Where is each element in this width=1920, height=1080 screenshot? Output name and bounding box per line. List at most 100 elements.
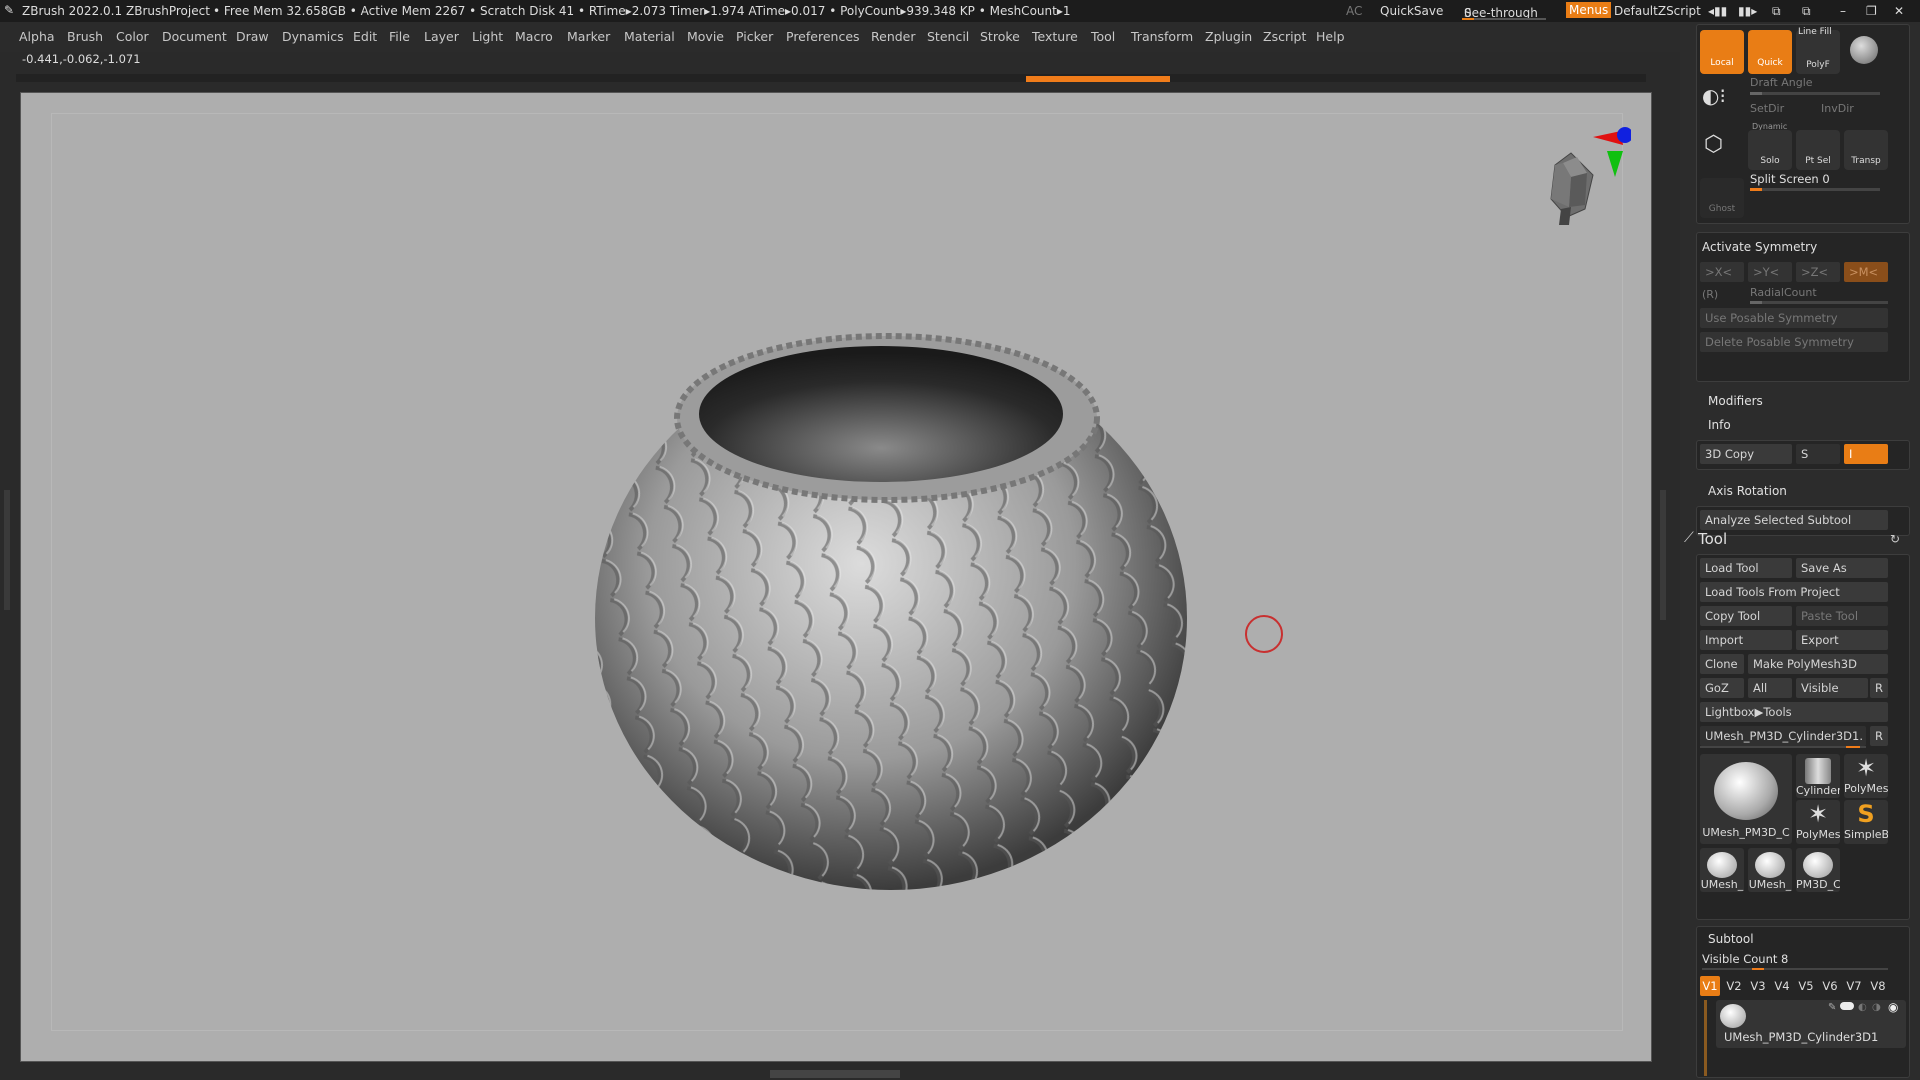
menu-texture[interactable]: Texture <box>1032 29 1078 44</box>
menu-material[interactable]: Material <box>624 29 675 44</box>
axis-rotation-section[interactable]: Axis Rotation <box>1708 484 1787 498</box>
tool-thumb-cylinder[interactable]: Cylinder <box>1796 754 1840 798</box>
load-tools-from-project-button[interactable]: Load Tools From Project <box>1700 582 1888 602</box>
tool-thumb-simplebrush[interactable]: S SimpleB <box>1844 800 1888 844</box>
menu-transform[interactable]: Transform <box>1131 29 1193 44</box>
3d-copy-i-field[interactable]: I <box>1844 444 1888 464</box>
subtool-polygroup-icon[interactable]: ◑ <box>1872 1002 1881 1013</box>
3d-copy-button[interactable]: 3D Copy <box>1700 444 1792 464</box>
sym-y-button[interactable]: >Y< <box>1748 262 1792 282</box>
menu-draw[interactable]: Draw <box>236 29 269 44</box>
menu-macro[interactable]: Macro <box>515 29 553 44</box>
radial-r-button[interactable]: (R) <box>1702 288 1718 301</box>
menu-preferences[interactable]: Preferences <box>786 29 860 44</box>
subtool-section[interactable]: Subtool <box>1708 932 1754 946</box>
local-button[interactable]: Local <box>1700 30 1744 74</box>
quick-button[interactable]: Quick <box>1748 30 1792 74</box>
visible-button[interactable]: Visible <box>1796 678 1868 698</box>
contrast-icon[interactable]: ◐⁝ <box>1702 84 1734 112</box>
default-zscript-button[interactable]: DefaultZScript <box>1614 4 1701 18</box>
r-button[interactable]: R <box>1870 678 1888 698</box>
menu-tool[interactable]: Tool <box>1091 29 1115 44</box>
refresh-icon[interactable]: ↻ <box>1890 532 1900 546</box>
visibility-set-v2[interactable]: V2 <box>1724 976 1744 996</box>
tool-thumb-umesh-3[interactable]: UMesh_ <box>1748 848 1792 892</box>
menu-picker[interactable]: Picker <box>736 29 773 44</box>
menu-color[interactable]: Color <box>116 29 149 44</box>
save-as-button[interactable]: Save As <box>1796 558 1888 578</box>
3d-copy-s-field[interactable]: S <box>1796 444 1840 464</box>
menu-edit[interactable]: Edit <box>353 29 377 44</box>
menu-zscript[interactable]: Zscript <box>1263 29 1306 44</box>
import-button[interactable]: Import <box>1700 630 1792 650</box>
close-icon[interactable]: ✕ <box>1894 4 1904 18</box>
visibility-set-v4[interactable]: V4 <box>1772 976 1792 996</box>
subtool-item[interactable]: ✎ ◐ ◑ ◉ UMesh_PM3D_Cylinder3D1 <box>1716 1000 1906 1048</box>
menu-movie[interactable]: Movie <box>687 29 724 44</box>
menu-stroke[interactable]: Stroke <box>980 29 1020 44</box>
all-button[interactable]: All <box>1748 678 1792 698</box>
subtool-eye-icon[interactable]: ◉ <box>1888 1000 1898 1014</box>
right-tray-handle[interactable] <box>1660 490 1666 620</box>
sym-m-button[interactable]: >M< <box>1844 262 1888 282</box>
top-shelf[interactable] <box>16 74 1646 82</box>
menu-file[interactable]: File <box>389 29 410 44</box>
menu-light[interactable]: Light <box>472 29 503 44</box>
visibility-set-v1[interactable]: V1 <box>1700 976 1720 996</box>
split-screen-track[interactable] <box>1750 188 1880 191</box>
load-tool-button[interactable]: Load Tool <box>1700 558 1792 578</box>
subtool-mask-icon[interactable]: ◐ <box>1858 1002 1867 1013</box>
material-sphere-icon[interactable] <box>1850 36 1878 64</box>
layout-icon-2[interactable]: ▮▮▸ <box>1738 4 1757 18</box>
visibility-set-v6[interactable]: V6 <box>1820 976 1840 996</box>
cube-icon[interactable]: ⬡ <box>1704 132 1732 160</box>
current-tool-r-button[interactable]: R <box>1870 726 1888 746</box>
goz-button[interactable]: GoZ <box>1700 678 1744 698</box>
sym-x-button[interactable]: >X< <box>1700 262 1744 282</box>
orientation-gizmo-icon[interactable] <box>1511 113 1631 233</box>
subtool-polypaint-icon[interactable]: ✎ <box>1828 1002 1836 1013</box>
clone-button[interactable]: Clone <box>1700 654 1744 674</box>
visible-count-slider[interactable]: Visible Count 8 <box>1702 952 1788 966</box>
menu-help[interactable]: Help <box>1316 29 1345 44</box>
menu-brush[interactable]: Brush <box>67 29 103 44</box>
copy-tool-button[interactable]: Copy Tool <box>1700 606 1792 626</box>
tool-thumb-umesh-2[interactable]: UMesh_ <box>1700 848 1744 892</box>
menu-zplugin[interactable]: Zplugin <box>1205 29 1252 44</box>
analyze-subtool-button[interactable]: Analyze Selected Subtool <box>1700 510 1888 530</box>
menu-layer[interactable]: Layer <box>424 29 459 44</box>
visibility-set-v8[interactable]: V8 <box>1868 976 1888 996</box>
menu-document[interactable]: Document <box>162 29 227 44</box>
menu-stencil[interactable]: Stencil <box>927 29 969 44</box>
visibility-set-v5[interactable]: V5 <box>1796 976 1816 996</box>
export-button[interactable]: Export <box>1796 630 1888 650</box>
tool-thumb-polymesh-2[interactable]: ✶ PolyMes <box>1796 800 1840 844</box>
paste-tool-button[interactable]: Paste Tool <box>1796 606 1888 626</box>
transp-button[interactable]: Transp <box>1844 130 1888 170</box>
seethrough-track[interactable] <box>1462 18 1546 20</box>
menu-dynamics[interactable]: Dynamics <box>282 29 344 44</box>
subtool-toggle-icon[interactable] <box>1840 1002 1854 1010</box>
use-posable-symmetry-button[interactable]: Use Posable Symmetry <box>1700 308 1888 328</box>
activate-symmetry-button[interactable]: Activate Symmetry <box>1702 240 1817 254</box>
tool-thumb-pm3d[interactable]: PM3D_C <box>1796 848 1840 892</box>
menu-render[interactable]: Render <box>871 29 916 44</box>
menus-button[interactable]: Menus <box>1566 2 1612 18</box>
quicksave-button[interactable]: QuickSave <box>1380 4 1443 18</box>
visibility-set-v3[interactable]: V3 <box>1748 976 1768 996</box>
canvas-viewport[interactable] <box>20 92 1652 1062</box>
make-polymesh3d-button[interactable]: Make PolyMesh3D <box>1748 654 1888 674</box>
subtool-scrollbar[interactable] <box>1704 1000 1707 1076</box>
left-tray-handle[interactable] <box>4 490 10 610</box>
restore-icon[interactable]: ❐ <box>1866 4 1877 18</box>
visible-count-track[interactable] <box>1702 968 1888 970</box>
split-screen-slider[interactable]: Split Screen 0 <box>1750 172 1830 186</box>
sculpted-pot-model[interactable] <box>581 318 1201 908</box>
minimize-icon[interactable]: – <box>1840 4 1846 18</box>
bottom-tray-handle[interactable] <box>770 1070 900 1078</box>
layout-icon[interactable]: ◂▮▮ <box>1708 4 1727 18</box>
ghost-button[interactable]: Ghost <box>1700 178 1744 218</box>
layout-icon-4[interactable]: ⧉ <box>1802 4 1811 19</box>
current-tool-selector[interactable]: UMesh_PM3D_Cylinder3D1. <box>1700 726 1866 746</box>
menu-marker[interactable]: Marker <box>567 29 610 44</box>
